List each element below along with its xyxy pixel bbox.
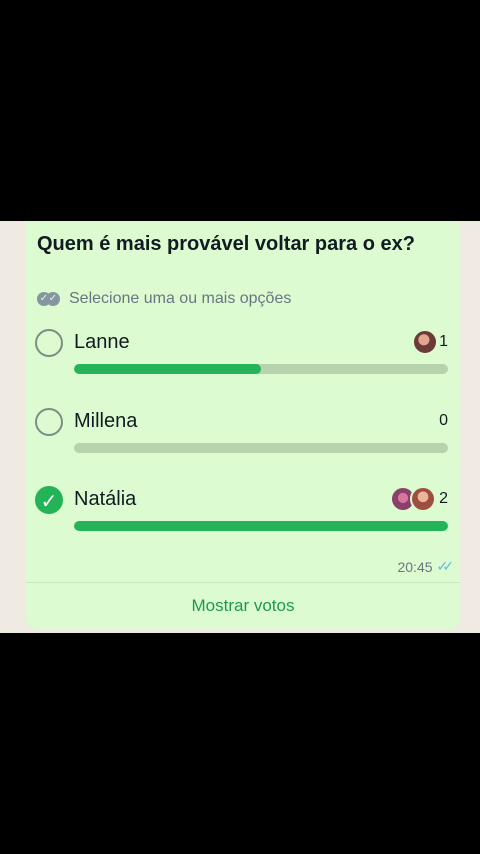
voter-avatars[interactable] bbox=[412, 329, 438, 355]
vote-bar-track bbox=[74, 443, 448, 453]
avatar bbox=[412, 329, 438, 355]
radio-unchecked-icon[interactable] bbox=[35, 329, 63, 357]
vote-bar-track bbox=[74, 364, 448, 374]
radio-unchecked-icon[interactable] bbox=[35, 408, 63, 436]
poll-subtitle: ✓ ✓ Selecione uma ou mais opções bbox=[37, 289, 291, 309]
show-votes-button[interactable]: Mostrar votos bbox=[26, 583, 460, 629]
voter-avatars[interactable] bbox=[390, 486, 436, 512]
vote-bar-fill bbox=[74, 364, 261, 374]
option-label: Natália bbox=[74, 488, 137, 510]
avatar bbox=[410, 486, 436, 512]
poll-subtitle-text: Selecione uma ou mais opções bbox=[69, 290, 292, 307]
poll-message-bubble: Quem é mais provável voltar para o ex? ✓… bbox=[26, 221, 460, 630]
poll-option-lanne[interactable]: Lanne 1 bbox=[26, 329, 460, 389]
radio-checked-icon[interactable]: ✓ bbox=[35, 486, 63, 514]
vote-bar-track bbox=[74, 521, 448, 531]
multi-select-icon: ✓ ✓ bbox=[37, 292, 61, 306]
poll-option-millena[interactable]: Millena 0 bbox=[26, 408, 460, 468]
read-receipt-icon: ✓✓ bbox=[436, 558, 455, 574]
vote-count: 2 bbox=[439, 490, 448, 507]
vote-count: 0 bbox=[439, 412, 448, 429]
option-label: Millena bbox=[74, 410, 138, 432]
message-meta: 20:45 ✓✓ bbox=[397, 558, 455, 575]
message-time: 20:45 bbox=[397, 558, 433, 575]
vote-bar-fill bbox=[74, 521, 448, 531]
option-label: Lanne bbox=[74, 331, 130, 353]
vote-count: 1 bbox=[439, 333, 448, 350]
poll-option-natalia[interactable]: ✓ Natália 2 bbox=[26, 486, 460, 546]
poll-question: Quem é mais provável voltar para o ex? bbox=[37, 233, 415, 255]
